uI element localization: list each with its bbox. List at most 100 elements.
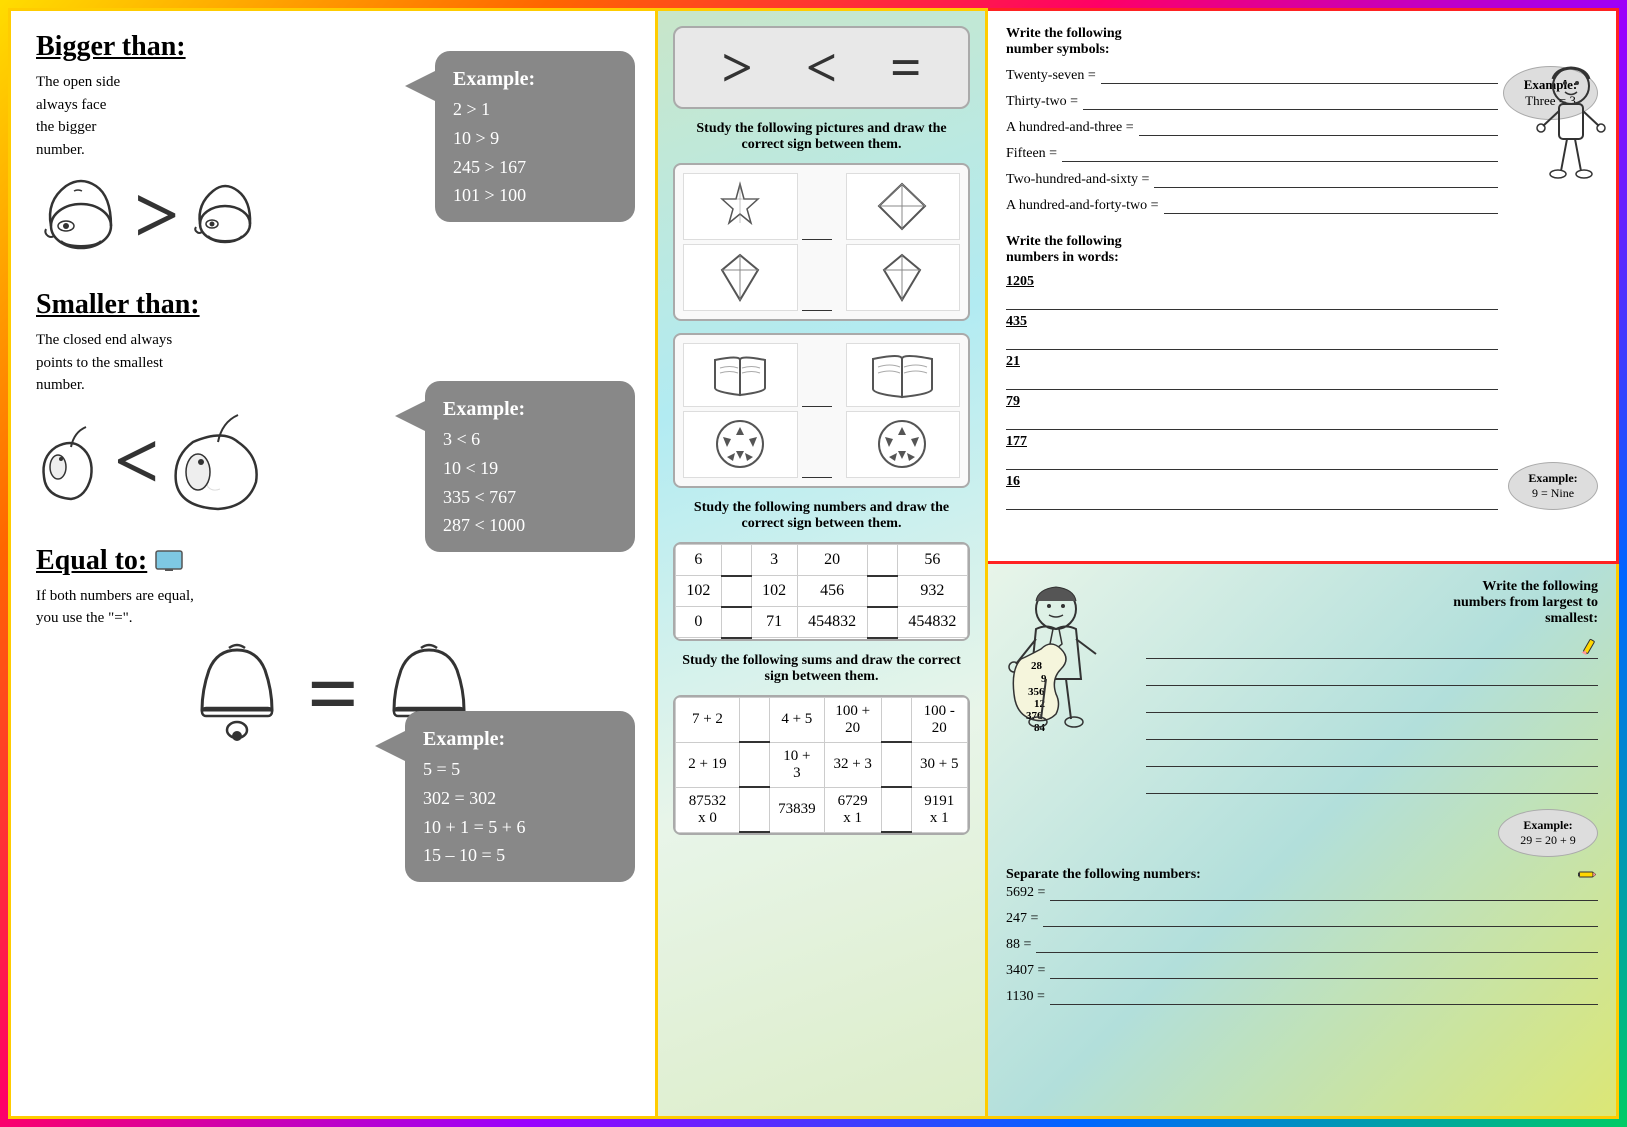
pic-row-1: [683, 173, 960, 240]
person-scroll-icon: 28 9 356 12 376 84: [1006, 579, 1136, 799]
svg-text:84: 84: [1034, 722, 1046, 734]
num-2b: 102: [751, 576, 797, 607]
sums-table: 7 + 2 4 + 5 100 + 20 100 - 20 2 + 19 10 …: [675, 697, 968, 834]
sep-line-4[interactable]: [1050, 961, 1598, 979]
sep-label-3: 88 =: [1006, 937, 1031, 953]
bigger-symbol-display: >: [134, 176, 180, 256]
ans-line-1[interactable]: [1146, 637, 1598, 659]
diamond-icon: [875, 179, 930, 234]
smaller-symbol-display: <: [114, 422, 160, 502]
sep-line-5[interactable]: [1050, 987, 1598, 1005]
equal-ex-1: 5 = 5: [423, 755, 617, 784]
num-1c: 20: [797, 545, 867, 576]
sign-sum-6[interactable]: [881, 787, 911, 832]
kite2-icon: [875, 250, 930, 305]
right-top-panel: Write the followingnumber symbols: Examp…: [988, 8, 1619, 564]
num-2d: 932: [897, 576, 967, 607]
sign-sum-1[interactable]: [739, 697, 769, 742]
sum-3b: 73839: [769, 787, 824, 832]
sign-sum-3[interactable]: [739, 742, 769, 787]
sign-input-6[interactable]: [867, 607, 897, 638]
word-num-1: 1205: [1006, 274, 1498, 290]
num-2c: 456: [797, 576, 867, 607]
pic-cell-soccer2: [846, 411, 961, 478]
sep-line-3[interactable]: [1036, 935, 1598, 953]
word-row-3: 21: [1006, 354, 1498, 390]
sep-label-4: 3407 =: [1006, 963, 1045, 979]
sym-label-6: A hundred-and-forty-two =: [1006, 198, 1159, 214]
equal-symbol-display: =: [307, 650, 358, 740]
equal-example-box: Example: 5 = 5 302 = 302 10 + 1 = 5 + 6 …: [405, 711, 635, 882]
nine-example-label: Example:: [1519, 471, 1587, 486]
sep-row-2: 247 =: [1006, 909, 1598, 927]
bigger-ex-4: 101 > 100: [453, 181, 617, 210]
sign-input-4[interactable]: [867, 576, 897, 607]
sep-line-1[interactable]: [1050, 883, 1598, 901]
sym-line-4[interactable]: [1062, 144, 1498, 162]
example-bubble-29: Example: 29 = 20 + 9: [1498, 809, 1598, 857]
word-num-3: 21: [1006, 354, 1498, 370]
num-3d: 454832: [897, 607, 967, 638]
sign-sum-4[interactable]: [881, 742, 911, 787]
sum-1b: 4 + 5: [769, 697, 824, 742]
word-line-6[interactable]: [1006, 492, 1498, 510]
word-row-4: 79: [1006, 394, 1498, 430]
word-line-5[interactable]: [1006, 452, 1498, 470]
sign-input-2[interactable]: [867, 545, 897, 576]
numbers-table: 6 3 20 56 102 102 456 932: [675, 544, 968, 639]
ans-line-4[interactable]: [1146, 718, 1598, 740]
sum-3c: 6729 x 1: [824, 787, 881, 832]
ans-line-6[interactable]: [1146, 772, 1598, 794]
sum-2d: 30 + 5: [911, 742, 967, 787]
sym-line-3[interactable]: [1139, 118, 1498, 136]
sym-line-5[interactable]: [1154, 170, 1498, 188]
sign-sum-5[interactable]: [739, 787, 769, 832]
word-line-3[interactable]: [1006, 372, 1498, 390]
sym-line-1[interactable]: [1101, 66, 1498, 84]
main-grid: Bigger than: The open sidealways facethe…: [8, 8, 1619, 1119]
word-line-4[interactable]: [1006, 412, 1498, 430]
bigger-ex-1: 2 > 1: [453, 95, 617, 124]
num-1d: 56: [897, 545, 967, 576]
sym-line-2[interactable]: [1083, 92, 1498, 110]
pencil-icon: [1578, 637, 1598, 657]
word-line-2[interactable]: [1006, 332, 1498, 350]
num-1a: 6: [676, 545, 722, 576]
example-bubble-nine: Example: 9 = Nine: [1508, 462, 1598, 510]
word-row-1: 1205: [1006, 274, 1498, 310]
smaller-example-title: Example:: [443, 393, 617, 425]
word-rows: 1205 435 21 79: [1006, 274, 1498, 510]
sign-blank-2[interactable]: [802, 244, 832, 311]
sign-sum-2[interactable]: [881, 697, 911, 742]
sum-3a: 87532 x 0: [676, 787, 740, 832]
num-1b: 3: [751, 545, 797, 576]
ans-line-5[interactable]: [1146, 745, 1598, 767]
sign-blank-1[interactable]: [802, 173, 832, 240]
soccer1-icon: [713, 417, 768, 472]
sym-label-2: Thirty-two =: [1006, 94, 1078, 110]
equal-ex-4: 15 – 10 = 5: [423, 841, 617, 870]
sign-input-1[interactable]: [721, 545, 751, 576]
answer-lines-area: Example: 29 = 20 + 9: [1146, 637, 1598, 794]
equal-title: Equal to:: [36, 545, 147, 577]
sign-blank-4[interactable]: [802, 411, 832, 478]
helmet-right-icon: [188, 176, 263, 256]
sep-label-2: 247 =: [1006, 911, 1038, 927]
bigger-example-box: Example: 2 > 1 10 > 9 245 > 167 101 > 10…: [435, 51, 635, 222]
sym-label-1: Twenty-seven =: [1006, 68, 1096, 84]
sign-input-3[interactable]: [721, 576, 751, 607]
sum-row-2: 2 + 19 10 + 3 32 + 3 30 + 5: [676, 742, 968, 787]
sign-input-5[interactable]: [721, 607, 751, 638]
gem-icon: [713, 179, 768, 234]
ans-line-2[interactable]: [1146, 664, 1598, 686]
right-bottom-content: 28 9 356 12 376 84: [1006, 579, 1598, 857]
pic-cell-soccer1: [683, 411, 798, 478]
equal-ex-2: 302 = 302: [423, 784, 617, 813]
word-line-1[interactable]: [1006, 292, 1498, 310]
pic-row-4: [683, 411, 960, 478]
right-bottom-panel: 28 9 356 12 376 84: [988, 564, 1619, 1120]
ans-line-3[interactable]: [1146, 691, 1598, 713]
sym-line-6[interactable]: [1164, 196, 1498, 214]
sep-line-2[interactable]: [1043, 909, 1598, 927]
sign-blank-3[interactable]: [802, 343, 832, 407]
